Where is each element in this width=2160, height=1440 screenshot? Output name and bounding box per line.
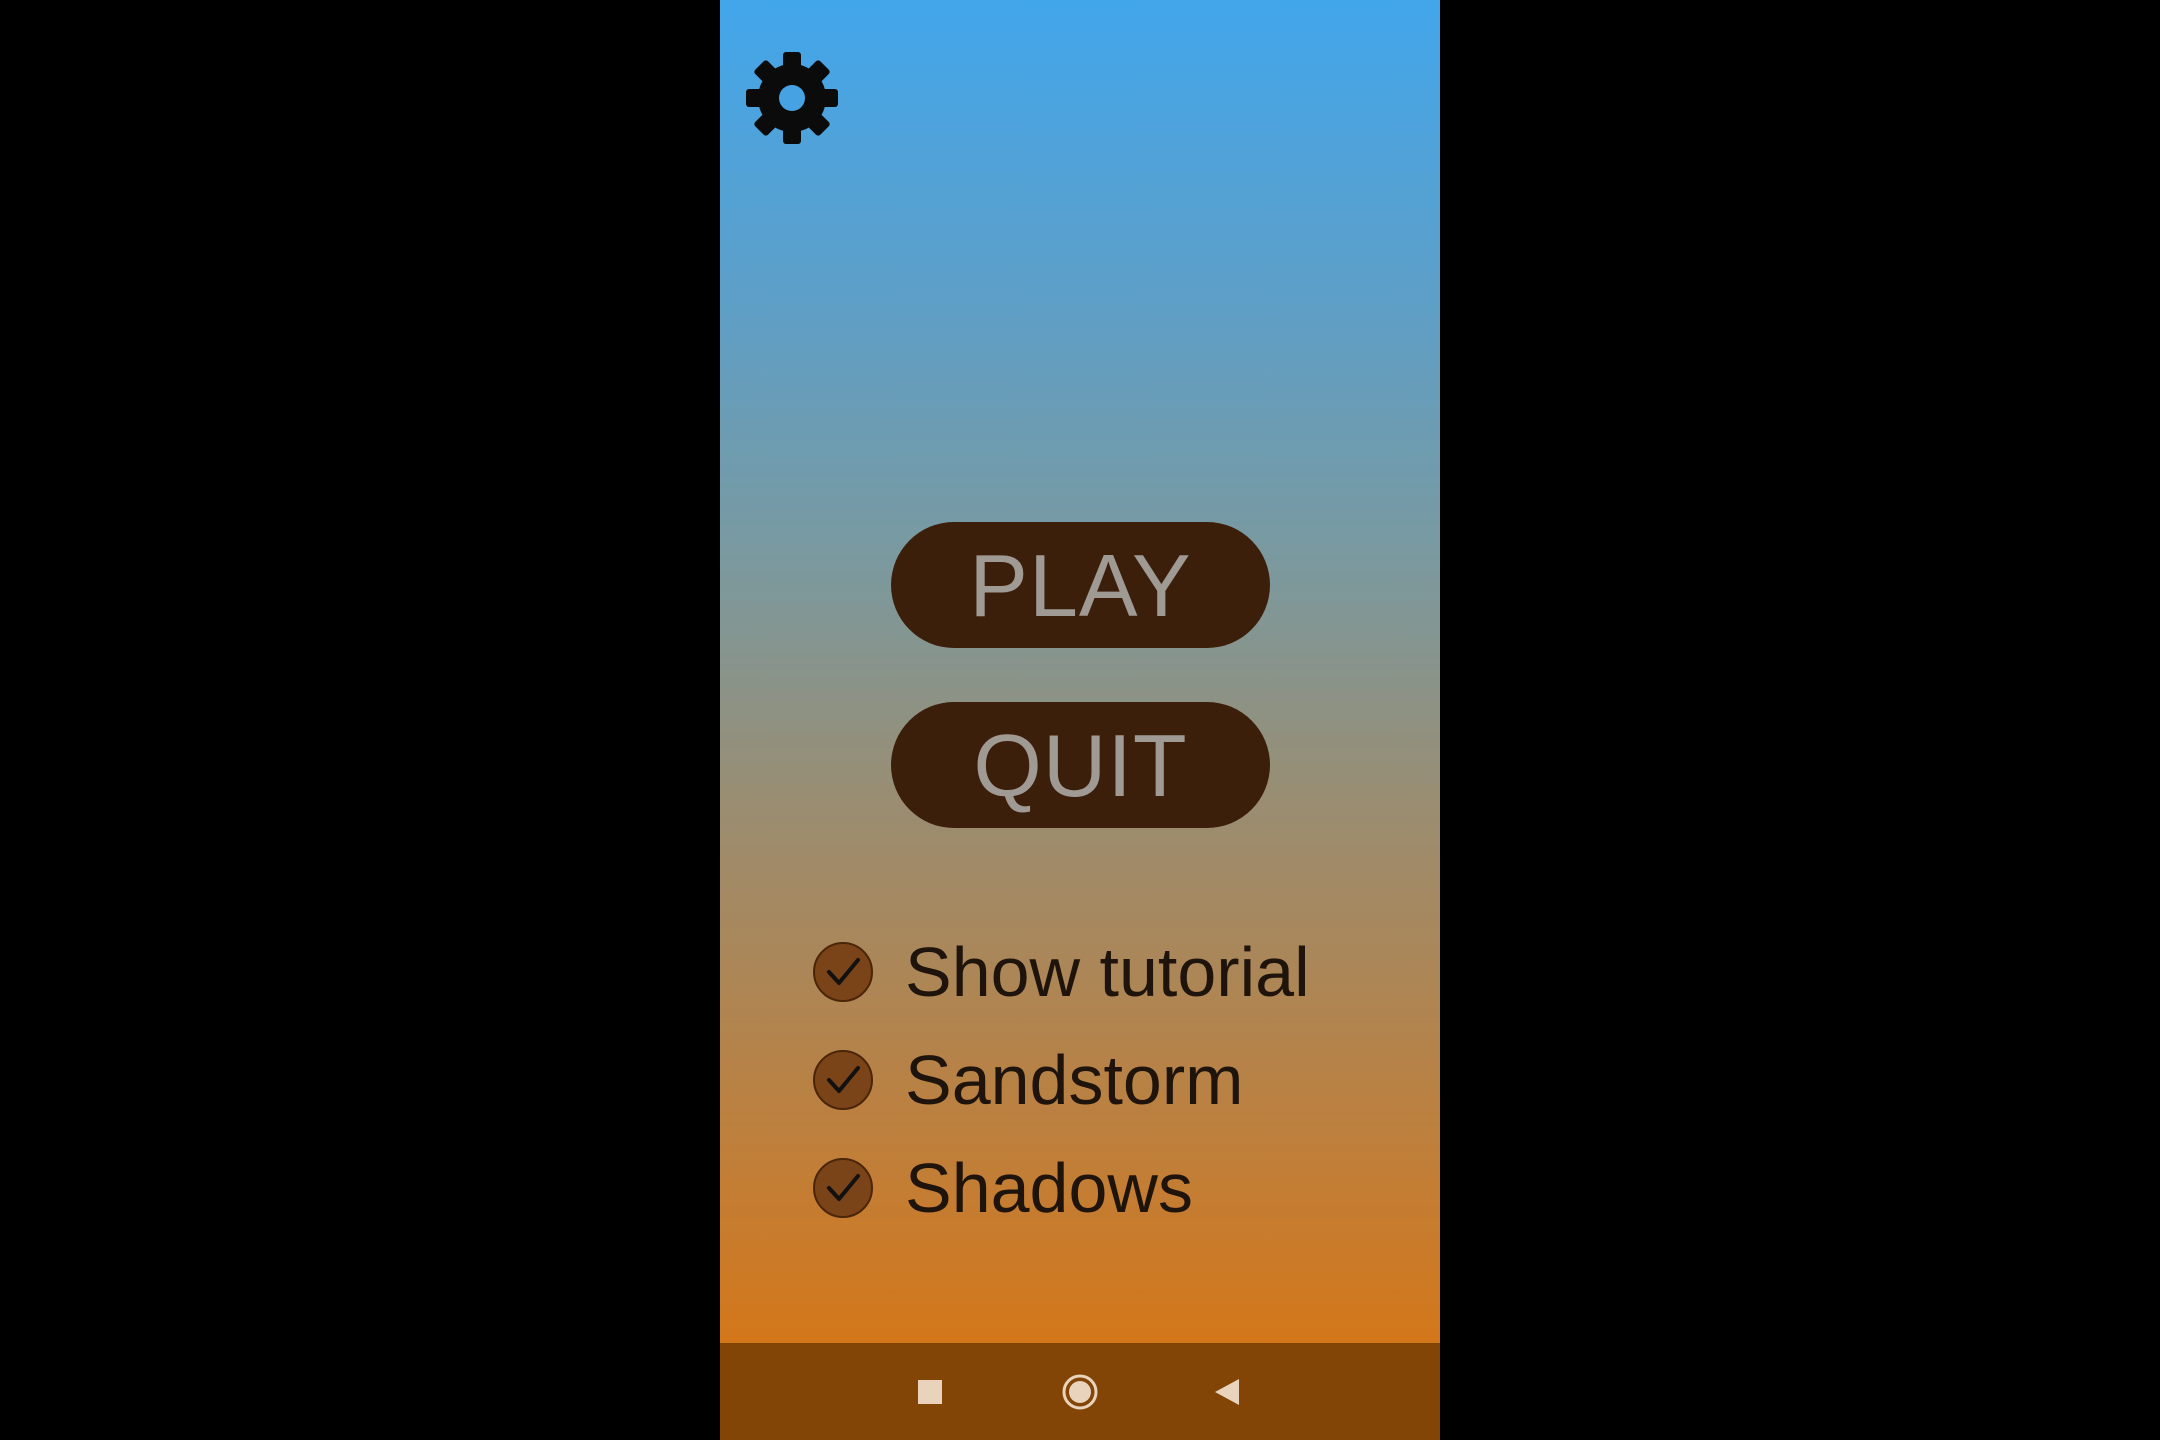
show-tutorial-label: Show tutorial (905, 933, 1310, 1011)
option-sandstorm[interactable]: Sandstorm (813, 1040, 1243, 1120)
game-viewport: PLAY QUIT Show tutorial Sandstorm Shadow… (720, 0, 1440, 1440)
system-navigation-bar (720, 1343, 1440, 1440)
back-button[interactable] (1187, 1343, 1267, 1440)
sandstorm-checkbox[interactable] (813, 1050, 873, 1110)
option-shadows[interactable]: Shadows (813, 1148, 1193, 1228)
option-show-tutorial[interactable]: Show tutorial (813, 932, 1310, 1012)
shadows-label: Shadows (905, 1149, 1193, 1227)
sandstorm-label: Sandstorm (905, 1041, 1244, 1119)
check-icon (827, 1066, 860, 1093)
show-tutorial-checkbox[interactable] (813, 942, 873, 1002)
home-button[interactable] (1040, 1343, 1120, 1440)
check-icon (827, 1174, 860, 1201)
quit-button[interactable]: QUIT (891, 702, 1270, 828)
recent-apps-button[interactable] (890, 1343, 970, 1440)
main-menu-background: PLAY QUIT Show tutorial Sandstorm Shadow… (720, 0, 1440, 1343)
circle-icon (1062, 1374, 1098, 1409)
check-icon (827, 958, 860, 985)
settings-button[interactable] (742, 48, 842, 148)
square-icon (918, 1379, 942, 1404)
triangle-back-icon (1215, 1378, 1239, 1405)
shadows-checkbox[interactable] (813, 1158, 873, 1218)
gear-icon (746, 52, 838, 144)
play-button[interactable]: PLAY (891, 522, 1270, 648)
screen: PLAY QUIT Show tutorial Sandstorm Shadow… (0, 0, 2160, 1440)
